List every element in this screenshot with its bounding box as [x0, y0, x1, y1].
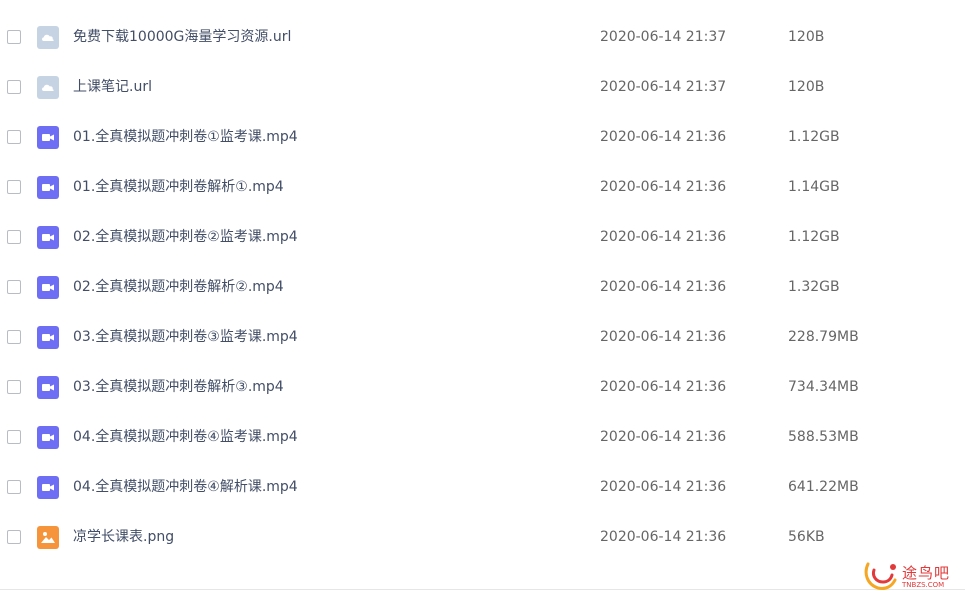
file-row[interactable]: 02.全真模拟题冲刺卷解析②.mp4 2020-06-14 21:36 1.32GB: [0, 262, 965, 312]
row-checkbox[interactable]: [7, 430, 21, 444]
file-row[interactable]: 上课笔记.url 2020-06-14 21:37 120B: [0, 62, 965, 112]
file-name-link[interactable]: 02.全真模拟题冲刺卷②监考课.mp4: [73, 227, 298, 247]
file-name-link[interactable]: 04.全真模拟题冲刺卷④监考课.mp4: [73, 427, 298, 447]
file-modified-date: 2020-06-14 21:36: [600, 429, 727, 445]
video-file-icon: [37, 176, 59, 199]
file-row[interactable]: 凉学长课表.png 2020-06-14 21:36 56KB: [0, 512, 965, 562]
file-row[interactable]: 04.全真模拟题冲刺卷④监考课.mp4 2020-06-14 21:36 588.5…: [0, 412, 965, 462]
file-row[interactable]: 免费下载10000G海量学习资源.url 2020-06-14 21:37 120B: [0, 12, 965, 62]
file-modified-date: 2020-06-14 21:36: [600, 529, 727, 545]
file-size: 1.14GB: [788, 179, 840, 195]
file-row[interactable]: 02.全真模拟题冲刺卷②监考课.mp4 2020-06-14 21:36 1.12G…: [0, 212, 965, 262]
file-modified-date: 2020-06-14 21:36: [600, 329, 727, 345]
url-file-icon: [37, 26, 59, 49]
row-checkbox[interactable]: [7, 230, 21, 244]
row-checkbox[interactable]: [7, 380, 21, 394]
file-size: 228.79MB: [788, 329, 859, 345]
file-row[interactable]: 01.全真模拟题冲刺卷解析①.mp4 2020-06-14 21:36 1.14GB: [0, 162, 965, 212]
url-file-icon: [37, 76, 59, 99]
watermark-logo-icon: [864, 562, 897, 590]
video-file-icon: [37, 226, 59, 249]
row-checkbox[interactable]: [7, 130, 21, 144]
file-name-link[interactable]: 01.全真模拟题冲刺卷①监考课.mp4: [73, 127, 298, 147]
row-checkbox[interactable]: [7, 30, 21, 44]
file-name-link[interactable]: 04.全真模拟题冲刺卷④解析课.mp4: [73, 477, 298, 497]
video-file-icon: [37, 426, 59, 449]
row-checkbox[interactable]: [7, 80, 21, 94]
file-modified-date: 2020-06-14 21:36: [600, 179, 727, 195]
file-size: 588.53MB: [788, 429, 859, 445]
file-size: 120B: [788, 79, 825, 95]
row-checkbox[interactable]: [7, 480, 21, 494]
file-modified-date: 2020-06-14 21:36: [600, 479, 727, 495]
file-name-link[interactable]: 03.全真模拟题冲刺卷解析③.mp4: [73, 377, 284, 397]
file-size: 641.22MB: [788, 479, 859, 495]
file-modified-date: 2020-06-14 21:36: [600, 379, 727, 395]
file-name-link[interactable]: 03.全真模拟题冲刺卷③监考课.mp4: [73, 327, 298, 347]
row-checkbox[interactable]: [7, 180, 21, 194]
file-row[interactable]: 01.全真模拟题冲刺卷①监考课.mp4 2020-06-14 21:36 1.12G…: [0, 112, 965, 162]
file-row[interactable]: 课前必读.txt2020-06-14 21:371KB: [0, 0, 965, 12]
file-list: 课前必读.txt2020-06-14 21:371KB免费下载10000G海量学…: [0, 0, 965, 562]
row-checkbox[interactable]: [7, 530, 21, 544]
row-checkbox[interactable]: [7, 280, 21, 294]
file-size: 120B: [788, 29, 825, 45]
file-size: 734.34MB: [788, 379, 859, 395]
video-file-icon: [37, 326, 59, 349]
video-file-icon: [37, 276, 59, 299]
file-size: 1.32GB: [788, 279, 840, 295]
file-row[interactable]: 03.全真模拟题冲刺卷解析③.mp4 2020-06-14 21:36 734.34…: [0, 362, 965, 412]
row-checkbox[interactable]: [7, 330, 21, 344]
video-file-icon: [37, 476, 59, 499]
file-name-link[interactable]: 上课笔记.url: [73, 77, 152, 97]
file-modified-date: 2020-06-14 21:37: [600, 79, 727, 95]
file-modified-date: 2020-06-14 21:36: [600, 129, 727, 145]
file-modified-date: 2020-06-14 21:37: [600, 29, 727, 45]
file-row[interactable]: 04.全真模拟题冲刺卷④解析课.mp4 2020-06-14 21:36 641.2…: [0, 462, 965, 512]
video-file-icon: [37, 126, 59, 149]
file-modified-date: 2020-06-14 21:36: [600, 229, 727, 245]
file-name-link[interactable]: 02.全真模拟题冲刺卷解析②.mp4: [73, 277, 284, 297]
file-modified-date: 2020-06-14 21:36: [600, 279, 727, 295]
site-watermark: 途鸟吧 TNBZS.COM: [862, 558, 962, 594]
file-size: 56KB: [788, 529, 825, 545]
watermark-subtext: TNBZS.COM: [902, 581, 945, 589]
watermark-text: 途鸟吧: [902, 564, 951, 582]
list-bottom-divider: [0, 589, 965, 590]
image-file-icon: [37, 526, 59, 549]
file-size: 1.12GB: [788, 229, 840, 245]
video-file-icon: [37, 376, 59, 399]
file-name-link[interactable]: 凉学长课表.png: [73, 527, 174, 547]
file-row[interactable]: 03.全真模拟题冲刺卷③监考课.mp4 2020-06-14 21:36 228.7…: [0, 312, 965, 362]
file-name-link[interactable]: 免费下载10000G海量学习资源.url: [73, 27, 291, 47]
file-size: 1.12GB: [788, 129, 840, 145]
file-name-link[interactable]: 01.全真模拟题冲刺卷解析①.mp4: [73, 177, 284, 197]
